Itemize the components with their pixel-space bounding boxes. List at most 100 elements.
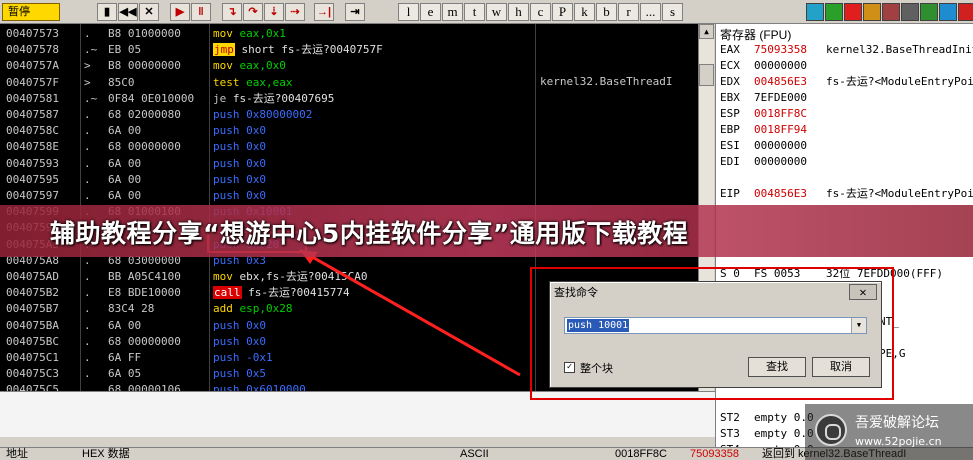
disasm-hex: B8 00000000 — [108, 59, 181, 73]
close-icon[interactable]: ✕ — [849, 284, 877, 300]
scroll-thumb[interactable] — [699, 64, 714, 86]
trace-into-icon[interactable]: ⇣ — [264, 3, 284, 21]
go-to-icon[interactable]: ⇥ — [345, 3, 365, 21]
plugin-g-icon[interactable] — [939, 3, 957, 21]
rewind-icon[interactable]: ◀◀ — [118, 3, 138, 21]
window-button-e[interactable]: e — [420, 3, 441, 21]
find-button[interactable]: 查找 — [748, 357, 806, 377]
close-icon[interactable]: ✕ — [139, 3, 159, 21]
disasm-marker: . — [84, 383, 91, 391]
plugin-f-icon[interactable] — [920, 3, 938, 21]
disasm-marker: . — [84, 124, 91, 138]
register-value: 0018FF94 — [754, 123, 807, 136]
disasm-row[interactable]: 00407587. 68 02000080 push 0x80000002 — [0, 107, 698, 123]
plugin-h-icon[interactable] — [958, 3, 973, 21]
window-button-m[interactable]: m — [442, 3, 463, 21]
whole-block-checkbox[interactable]: ✓ — [564, 362, 575, 373]
step-into-icon[interactable]: ↴ — [222, 3, 242, 21]
disasm-instruction: push -0x1 — [213, 351, 273, 364]
window-button-r[interactable]: r — [618, 3, 639, 21]
disasm-row[interactable]: 0040758C. 6A 00 push 0x0 — [0, 123, 698, 139]
disasm-instruction: push 0x0 — [213, 318, 266, 332]
disasm-row[interactable]: 00407581 .~ 0F84 0E010000 je fs-去运?00407695 — [0, 91, 698, 107]
register-value: 00000000 — [754, 139, 807, 152]
step-over-icon[interactable]: ↷ — [243, 3, 263, 21]
watermark-name: 吾爱破解论坛 — [855, 415, 939, 431]
disasm-row[interactable]: 0040757A > B8 00000000 mov eax,0x0 — [0, 58, 698, 74]
disasm-row[interactable]: 00407578 .~ EB 05 jmp short fs-去运?0040757F — [0, 42, 698, 58]
disasm-row[interactable]: 00407593. 6A 00 push 0x0 — [0, 156, 698, 172]
disasm-address: 00407578 — [6, 43, 59, 57]
disasm-hex: 83C4 28 — [108, 302, 155, 316]
window-button-l[interactable]: l — [398, 3, 419, 21]
window-button-s[interactable]: s — [662, 3, 683, 21]
register-row[interactable]: EIP 004856E3 fs-去运?<ModuleEntryPoint> — [720, 186, 973, 202]
register-row[interactable]: ESP 0018FF8C — [720, 106, 973, 122]
plugin-d-icon[interactable] — [882, 3, 900, 21]
window-button-b[interactable]: b — [596, 3, 617, 21]
stack-value: 75093358 — [690, 448, 739, 460]
disasm-instruction: mov eax,0x0 — [213, 59, 286, 73]
disasm-row[interactable]: 00407597. 6A 00 push 0x0 — [0, 188, 698, 204]
window-button-P[interactable]: P — [552, 3, 573, 21]
register-name: ST2 — [720, 411, 740, 424]
disasm-instruction: call fs-去运?00415774 — [213, 286, 350, 300]
window-button-t[interactable]: t — [464, 3, 485, 21]
pause-icon[interactable]: ‖ — [191, 3, 211, 21]
disasm-instruction: push 0x0 — [213, 189, 266, 202]
disasm-hex: 6A 00 — [108, 156, 142, 170]
disasm-hex: 68 00000106 — [108, 383, 181, 391]
disasm-hex: 68 02000080 — [108, 108, 181, 121]
disasm-address: 00407597 — [6, 189, 59, 202]
window-button-w[interactable]: w — [486, 3, 507, 21]
register-row[interactable]: EAX 75093358 kernel32.BaseThreadInitThunk — [720, 42, 973, 58]
register-comment: kernel32.BaseThreadInitThunk — [826, 43, 973, 56]
register-row[interactable] — [720, 170, 973, 186]
disasm-row[interactable]: 00407573. B8 01000000 mov eax,0x1 — [0, 26, 698, 42]
window-button-h[interactable]: h — [508, 3, 529, 21]
run-icon[interactable]: ▶ — [170, 3, 190, 21]
disasm-address: 004075BC — [6, 334, 59, 348]
disasm-instruction: push 0x5 — [213, 367, 266, 381]
scroll-up-icon[interactable]: ▲ — [699, 24, 714, 39]
window-button-k[interactable]: k — [574, 3, 595, 21]
register-comment: fs-去运?<ModuleEntryPoint> — [826, 187, 973, 200]
register-row[interactable]: ESI 00000000 — [720, 138, 973, 154]
disasm-address: 004075BA — [6, 318, 59, 332]
plugin-a-icon[interactable] — [825, 3, 843, 21]
register-value: 004856E3 — [754, 75, 807, 88]
disasm-instruction: push 0x0 — [213, 172, 266, 186]
disasm-row[interactable]: 00407595. 6A 00 push 0x0 — [0, 172, 698, 188]
register-name: EBX — [720, 91, 740, 104]
cancel-button[interactable]: 取消 — [812, 357, 870, 377]
disasm-hex: 6A FF — [108, 351, 142, 364]
trace-over-icon[interactable]: ⇢ — [285, 3, 305, 21]
disasm-address: 00407593 — [6, 156, 59, 170]
open-icon[interactable]: ▮ — [97, 3, 117, 21]
register-row[interactable]: EBP 0018FF94 — [720, 122, 973, 138]
register-row[interactable]: EDX 004856E3 fs-去运?<ModuleEntryPoint> — [720, 74, 973, 90]
toolbar: 暂停 ▮ ◀◀ ✕ ▶ ‖ ↴ ↷ ⇣ ⇢ →| ⇥ l e m t w h c Pk b r... s — [0, 0, 973, 24]
register-name: ST3 — [720, 427, 740, 440]
plugin-c-icon[interactable] — [863, 3, 881, 21]
disasm-marker: > — [84, 59, 91, 73]
register-row[interactable]: ECX 00000000 — [720, 58, 973, 74]
settings-icon[interactable] — [806, 3, 824, 21]
register-row[interactable]: EDI 00000000 — [720, 154, 973, 170]
disasm-address: 004075AD — [6, 270, 59, 283]
disasm-row[interactable]: 0040758E. 68 00000000 push 0x0 — [0, 139, 698, 155]
plugin-e-icon[interactable] — [901, 3, 919, 21]
command-input-value[interactable]: push 10001 — [567, 319, 630, 332]
dump-hex-header: HEX 数据 — [82, 448, 130, 460]
register-value: 004856E3 — [754, 187, 807, 200]
execute-till-return-icon[interactable]: →| — [314, 3, 334, 21]
disasm-instruction: push 0x0 — [213, 140, 266, 154]
find-command-dialog: 查找命令 ✕ push 10001 ▼ ✓ 整个块 查找 取消 — [549, 281, 882, 388]
register-name: ECX — [720, 59, 740, 72]
command-input[interactable]: push 10001 ▼ — [564, 317, 867, 334]
chevron-down-icon[interactable]: ▼ — [851, 318, 866, 333]
plugin-b-icon[interactable] — [844, 3, 862, 21]
window-button-c[interactable]: c — [530, 3, 551, 21]
window-button-dots[interactable]: ... — [640, 3, 661, 21]
register-row[interactable]: EBX 7EFDE000 — [720, 90, 973, 106]
